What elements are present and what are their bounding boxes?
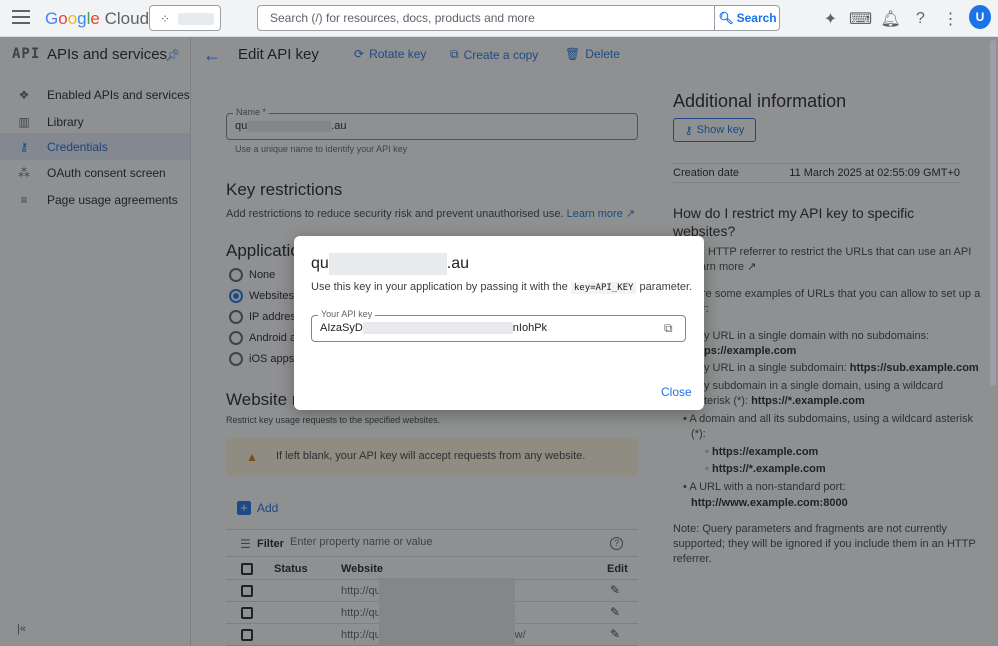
gemini-sparkle-icon[interactable]: ✦: [820, 8, 841, 29]
redacted-project-name: [178, 13, 214, 25]
copy-icon[interactable]: ⧉: [664, 321, 673, 336]
google-cloud-logo[interactable]: Google Cloud: [45, 9, 149, 29]
search-button[interactable]: 🔍︎ Search: [714, 6, 780, 30]
search-input[interactable]: [258, 6, 714, 30]
api-key-field[interactable]: Your API key AIzaSyD nIohPk ⧉: [311, 309, 686, 342]
close-button[interactable]: Close: [661, 385, 692, 399]
scrollbar[interactable]: [990, 40, 996, 386]
dialog-title: qu .au: [311, 253, 469, 275]
search-bar: 🔍︎ Search: [257, 5, 780, 31]
notifications-bell-icon[interactable]: 🔔︎: [880, 8, 901, 29]
dialog-description: Use this key in your application by pass…: [311, 281, 693, 294]
hamburger-menu-icon[interactable]: [12, 10, 30, 26]
more-vert-icon[interactable]: ⋮: [940, 8, 961, 29]
search-icon: 🔍︎: [718, 11, 734, 25]
redacted-text: [362, 322, 513, 335]
cloud-shell-icon[interactable]: ⌨: [849, 8, 872, 29]
api-key-value: AIzaSyD nIohPk: [320, 322, 548, 335]
top-bar: Google Cloud ⁘ 🔍︎ Search ✦ ⌨ 🔔︎ ? ⋮ U: [0, 0, 998, 37]
avatar[interactable]: U: [969, 5, 991, 29]
project-picker-button[interactable]: ⁘: [149, 5, 221, 31]
project-icon: ⁘: [160, 12, 171, 26]
api-key-dialog: qu .au Use this key in your application b…: [294, 236, 704, 410]
redacted-text: [328, 253, 447, 275]
help-icon[interactable]: ?: [910, 8, 931, 29]
